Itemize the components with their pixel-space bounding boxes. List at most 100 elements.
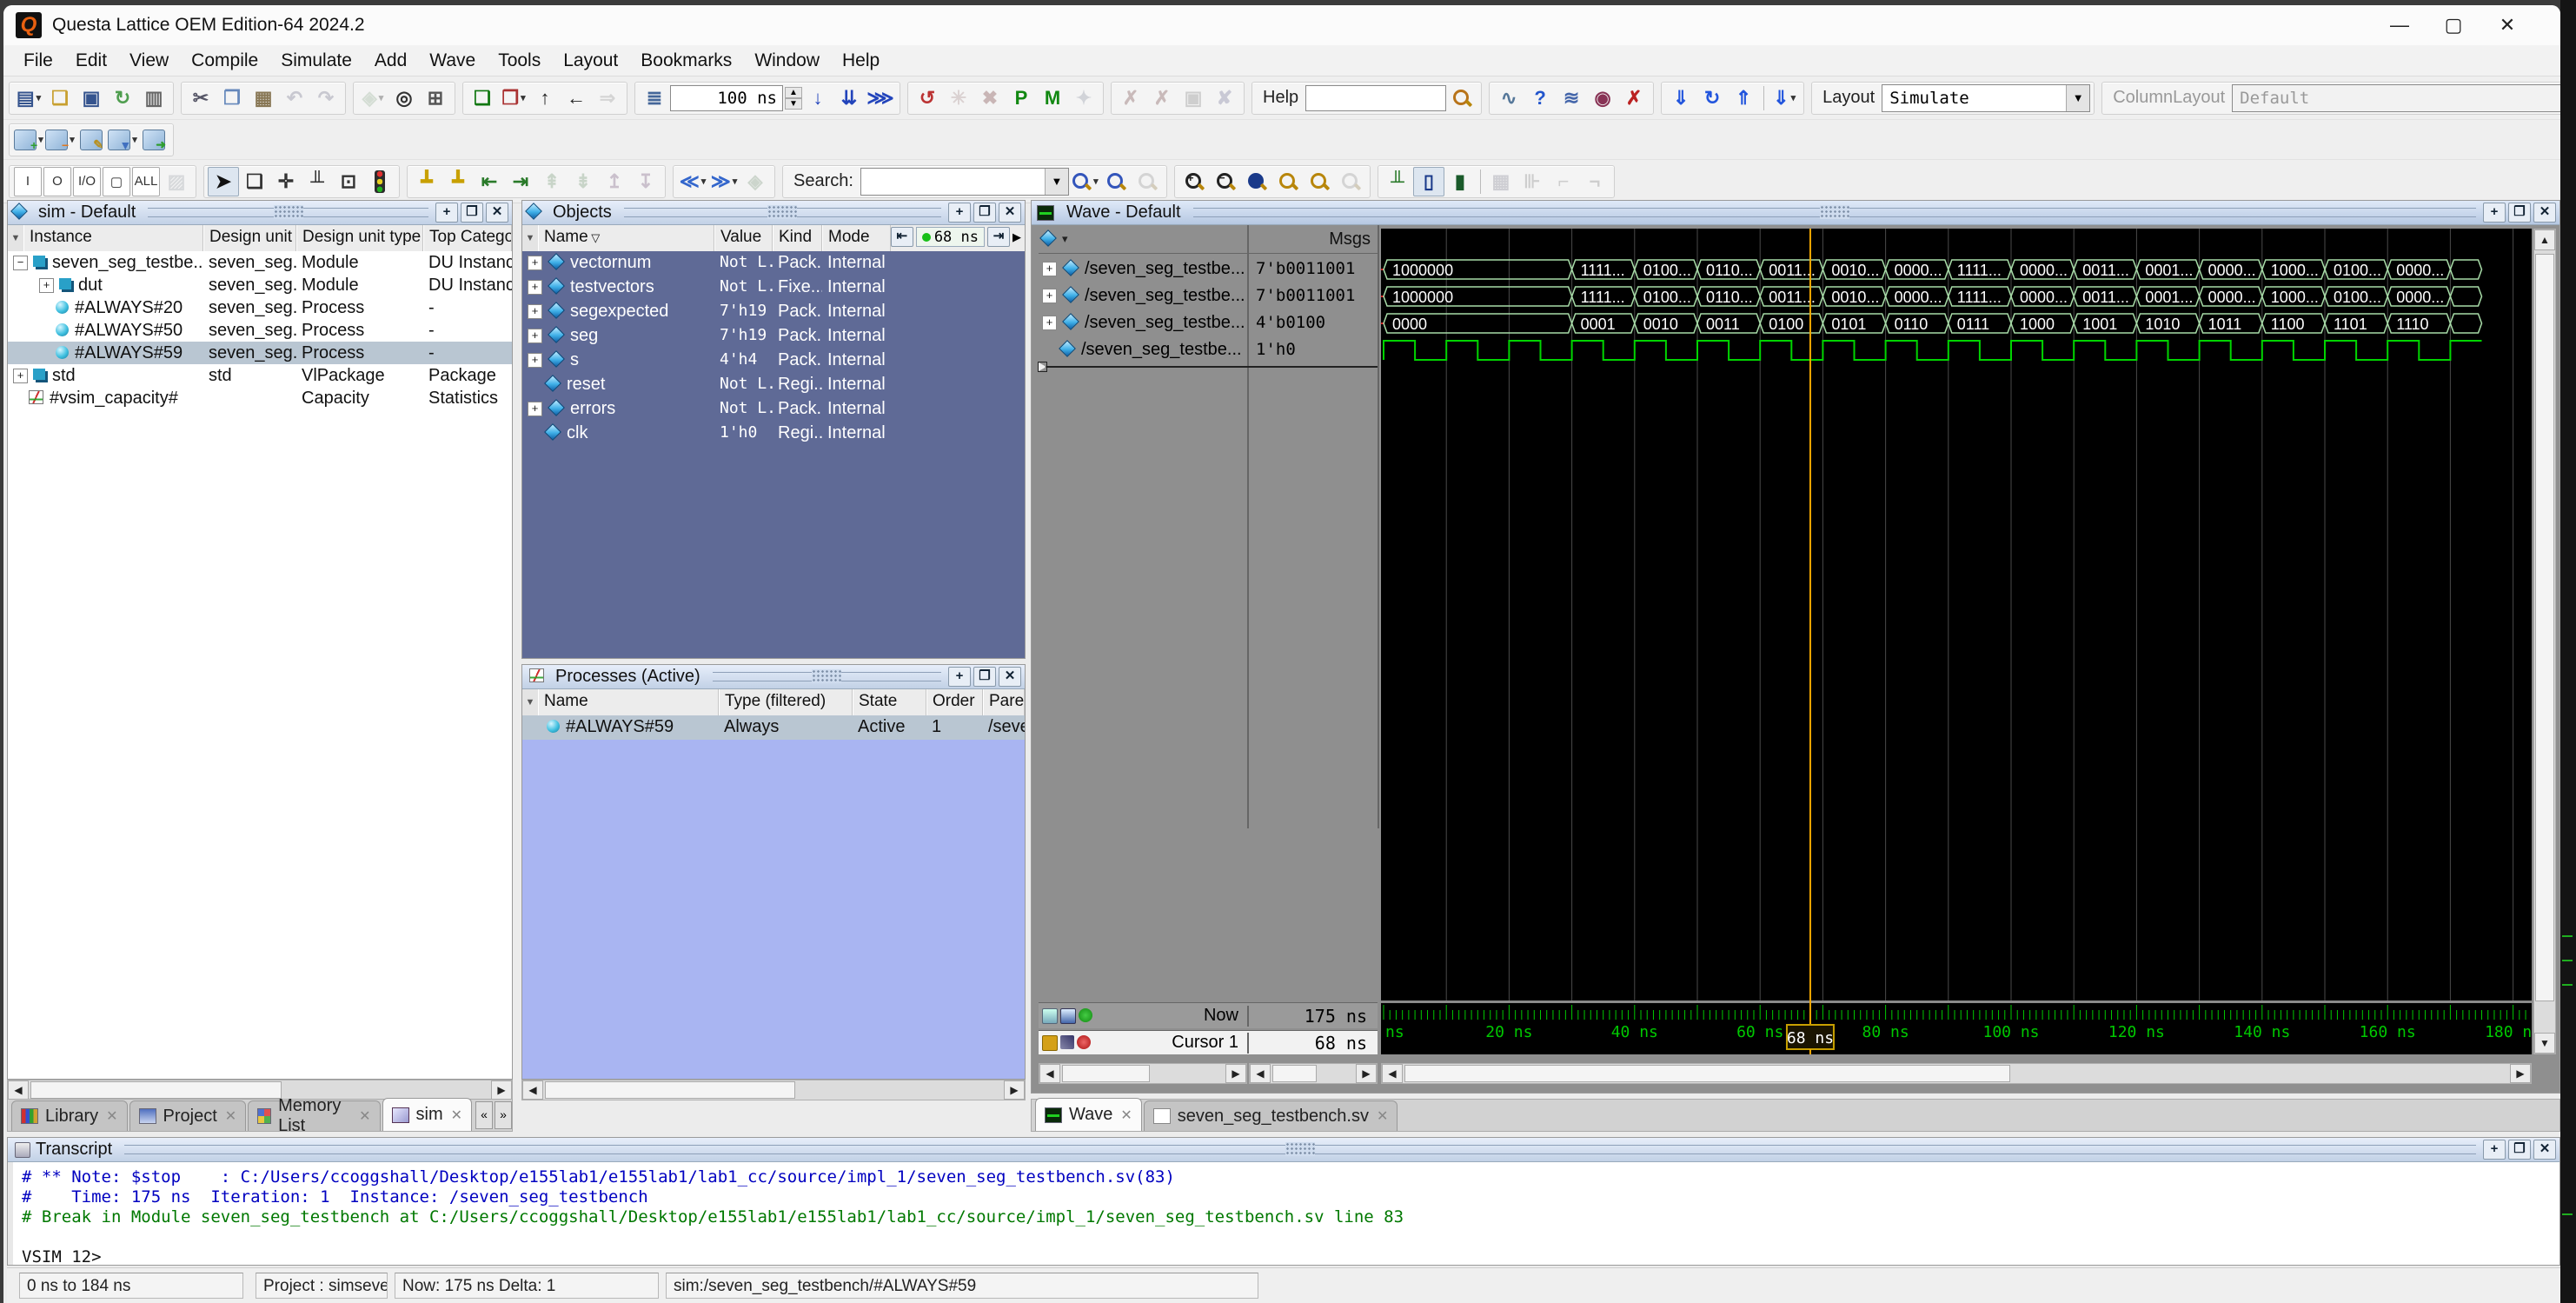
- zoom-out-button[interactable]: −: [1210, 167, 1241, 196]
- menu-edit[interactable]: Edit: [64, 48, 118, 74]
- run-length-input[interactable]: [670, 85, 783, 111]
- delete-item-button[interactable]: ✗: [1618, 83, 1650, 113]
- scroll-tabs-left-button[interactable]: «: [475, 1101, 493, 1129]
- next-rising-edge-button[interactable]: ⇟: [568, 167, 599, 196]
- objects-undock-panel-button[interactable]: ❐: [973, 203, 996, 223]
- close-tab-button[interactable]: ✕: [1377, 1107, 1388, 1125]
- column-header-design-unit-type[interactable]: Design unit type: [296, 225, 423, 251]
- open-file-button[interactable]: ❏: [44, 83, 76, 113]
- menu-bookmarks[interactable]: Bookmarks: [629, 48, 743, 74]
- memory-profile-button[interactable]: M: [1037, 83, 1068, 113]
- wave-signal-name[interactable]: +/seven_seg_testbe...: [1039, 258, 1247, 282]
- cursor-tool-button[interactable]: ╨: [302, 167, 333, 196]
- search-combo[interactable]: ▼: [860, 168, 1069, 196]
- wave-panel-grip[interactable]: [1193, 208, 2476, 217]
- minimize-button[interactable]: —: [2373, 5, 2427, 45]
- transcript-close-panel-button[interactable]: ✕: [2533, 1140, 2556, 1160]
- tab-wave[interactable]: Wave✕: [1035, 1098, 1142, 1131]
- cursor-delete-icon[interactable]: [1077, 1035, 1091, 1049]
- select-inputs-button[interactable]: I: [14, 167, 42, 196]
- restart-button[interactable]: ↺: [912, 83, 943, 113]
- expanded-time-event-button[interactable]: ⌐: [1548, 167, 1579, 196]
- tab-library[interactable]: Library✕: [11, 1100, 128, 1131]
- pan-tool-button[interactable]: ✛: [270, 167, 302, 196]
- tree-expander[interactable]: +: [528, 280, 542, 295]
- middle-horizontal-scrollbar[interactable]: ◀▶: [521, 1080, 1026, 1100]
- reload-wave-button[interactable]: ➜: [138, 125, 169, 155]
- zoom-other-button[interactable]: [1335, 167, 1366, 196]
- delete-cursor-button[interactable]: ┻: [442, 167, 474, 196]
- mouse-zoom-mode-button[interactable]: ▯: [1413, 167, 1444, 196]
- objects-row[interactable]: +vectornumNot L...Pack...Internal: [522, 251, 1025, 276]
- pointer-mode-button[interactable]: ➤: [208, 167, 239, 196]
- maximize-button[interactable]: ▢: [2427, 5, 2480, 45]
- select-outputs-button[interactable]: O: [43, 167, 71, 196]
- column-header-mode[interactable]: Mode: [822, 225, 891, 251]
- wave-values-scrollbar[interactable]: ◀▶: [1249, 1063, 1378, 1084]
- pause-button[interactable]: ✦: [1068, 83, 1099, 113]
- mouse-pan-mode-button[interactable]: ▮: [1444, 167, 1476, 196]
- restore-defaults-button[interactable]: ≣: [639, 83, 670, 113]
- zoom-full-button[interactable]: [1241, 167, 1272, 196]
- paste-button[interactable]: ▦: [248, 83, 279, 113]
- wave-insertion-pointer[interactable]: [1040, 366, 1378, 368]
- processes-add-panel-button[interactable]: +: [948, 667, 971, 687]
- column-header-top-category[interactable]: Top Category: [423, 225, 512, 251]
- tree-expander[interactable]: +: [528, 256, 542, 270]
- close-tab-button[interactable]: ✕: [106, 1107, 117, 1125]
- tree-expander[interactable]: −: [13, 256, 28, 270]
- goto-bottom-button[interactable]: ⇓▾: [1769, 83, 1800, 113]
- wave-cursor-row[interactable]: Cursor 1 68 ns: [1039, 1030, 1378, 1054]
- expanded-time-off-button[interactable]: ▦: [1485, 167, 1517, 196]
- virtual-signal-button[interactable]: ▨: [161, 167, 192, 196]
- compile-button[interactable]: ◈▾: [357, 83, 388, 113]
- column-header-state[interactable]: State: [853, 689, 926, 715]
- menu-compile[interactable]: Compile: [180, 48, 269, 74]
- columnlayout-combo[interactable]: Default▼: [2232, 84, 2560, 112]
- column-header-name[interactable]: Name: [538, 689, 719, 715]
- wave-signal-name[interactable]: +/seven_seg_testbe...: [1039, 285, 1247, 309]
- expand-all-button[interactable]: ≫▾: [708, 167, 740, 196]
- objects-add-panel-button[interactable]: +: [948, 203, 971, 223]
- zoom-in-on-cursor-button[interactable]: [1272, 167, 1304, 196]
- break-on-exit-button[interactable]: ✗: [1146, 83, 1178, 113]
- processes-panel-grip[interactable]: [713, 672, 941, 681]
- scroll-right-button[interactable]: ▶: [1225, 1064, 1246, 1083]
- wave-add-panel-button[interactable]: +: [2483, 203, 2506, 223]
- objects-close-panel-button[interactable]: ✕: [999, 203, 1021, 223]
- scroll-left-button[interactable]: ◀: [1250, 1064, 1271, 1083]
- wave-scroll-up-button[interactable]: ▲: [2534, 229, 2555, 250]
- tab-memory-list[interactable]: Memory List✕: [248, 1100, 380, 1131]
- search-options-button[interactable]: [1132, 167, 1163, 196]
- menu-wave[interactable]: Wave: [418, 48, 487, 74]
- objects-row[interactable]: clk1'h0Regi...Internal: [522, 422, 1025, 446]
- tree-expander[interactable]: +: [1042, 316, 1057, 330]
- column-header-design-unit[interactable]: Design unit: [203, 225, 296, 251]
- scroll-left-button[interactable]: ◀: [1039, 1064, 1060, 1083]
- column-header-name[interactable]: Name ▽: [538, 225, 714, 251]
- wave-canvas[interactable]: 10000001111...0100...0110...0011...0010.…: [1381, 229, 2532, 1054]
- select-region-button[interactable]: ▢: [103, 167, 130, 196]
- menu-simulate[interactable]: Simulate: [269, 48, 363, 74]
- scroll-right-button[interactable]: ▶: [1004, 1080, 1025, 1100]
- next-transition-button[interactable]: ⇥: [505, 167, 536, 196]
- group-signals-button[interactable]: ◈: [740, 167, 771, 196]
- objects-row[interactable]: +testvectorsNot L...Fixe...Internal: [522, 276, 1025, 300]
- previous-rising-edge-button[interactable]: ⇞: [536, 167, 568, 196]
- tree-expander[interactable]: +: [39, 278, 54, 293]
- tree-expander[interactable]: +: [528, 329, 542, 343]
- forward-button[interactable]: ⇒: [592, 83, 623, 113]
- menu-layout[interactable]: Layout: [552, 48, 629, 74]
- help-search-input[interactable]: [1305, 85, 1446, 111]
- examine-button[interactable]: ◉: [1587, 83, 1618, 113]
- scroll-right-button[interactable]: ▶: [491, 1080, 512, 1100]
- run-length-spinner[interactable]: ▲▼: [785, 87, 802, 110]
- scroll-left-button[interactable]: ◀: [8, 1080, 29, 1100]
- close-tab-button[interactable]: ✕: [225, 1107, 236, 1125]
- objects-row[interactable]: +segexpected7'h19Pack...Internal: [522, 300, 1025, 324]
- wave-signal-name[interactable]: +/seven_seg_testbe...: [1039, 312, 1247, 336]
- cursor-lock-icon[interactable]: [1042, 1035, 1058, 1051]
- sim-tree-row[interactable]: #ALWAYS#20seven_seg...Process-: [8, 296, 512, 319]
- tab-sim[interactable]: sim✕: [382, 1098, 473, 1131]
- wave-display-icon[interactable]: [1060, 1008, 1076, 1024]
